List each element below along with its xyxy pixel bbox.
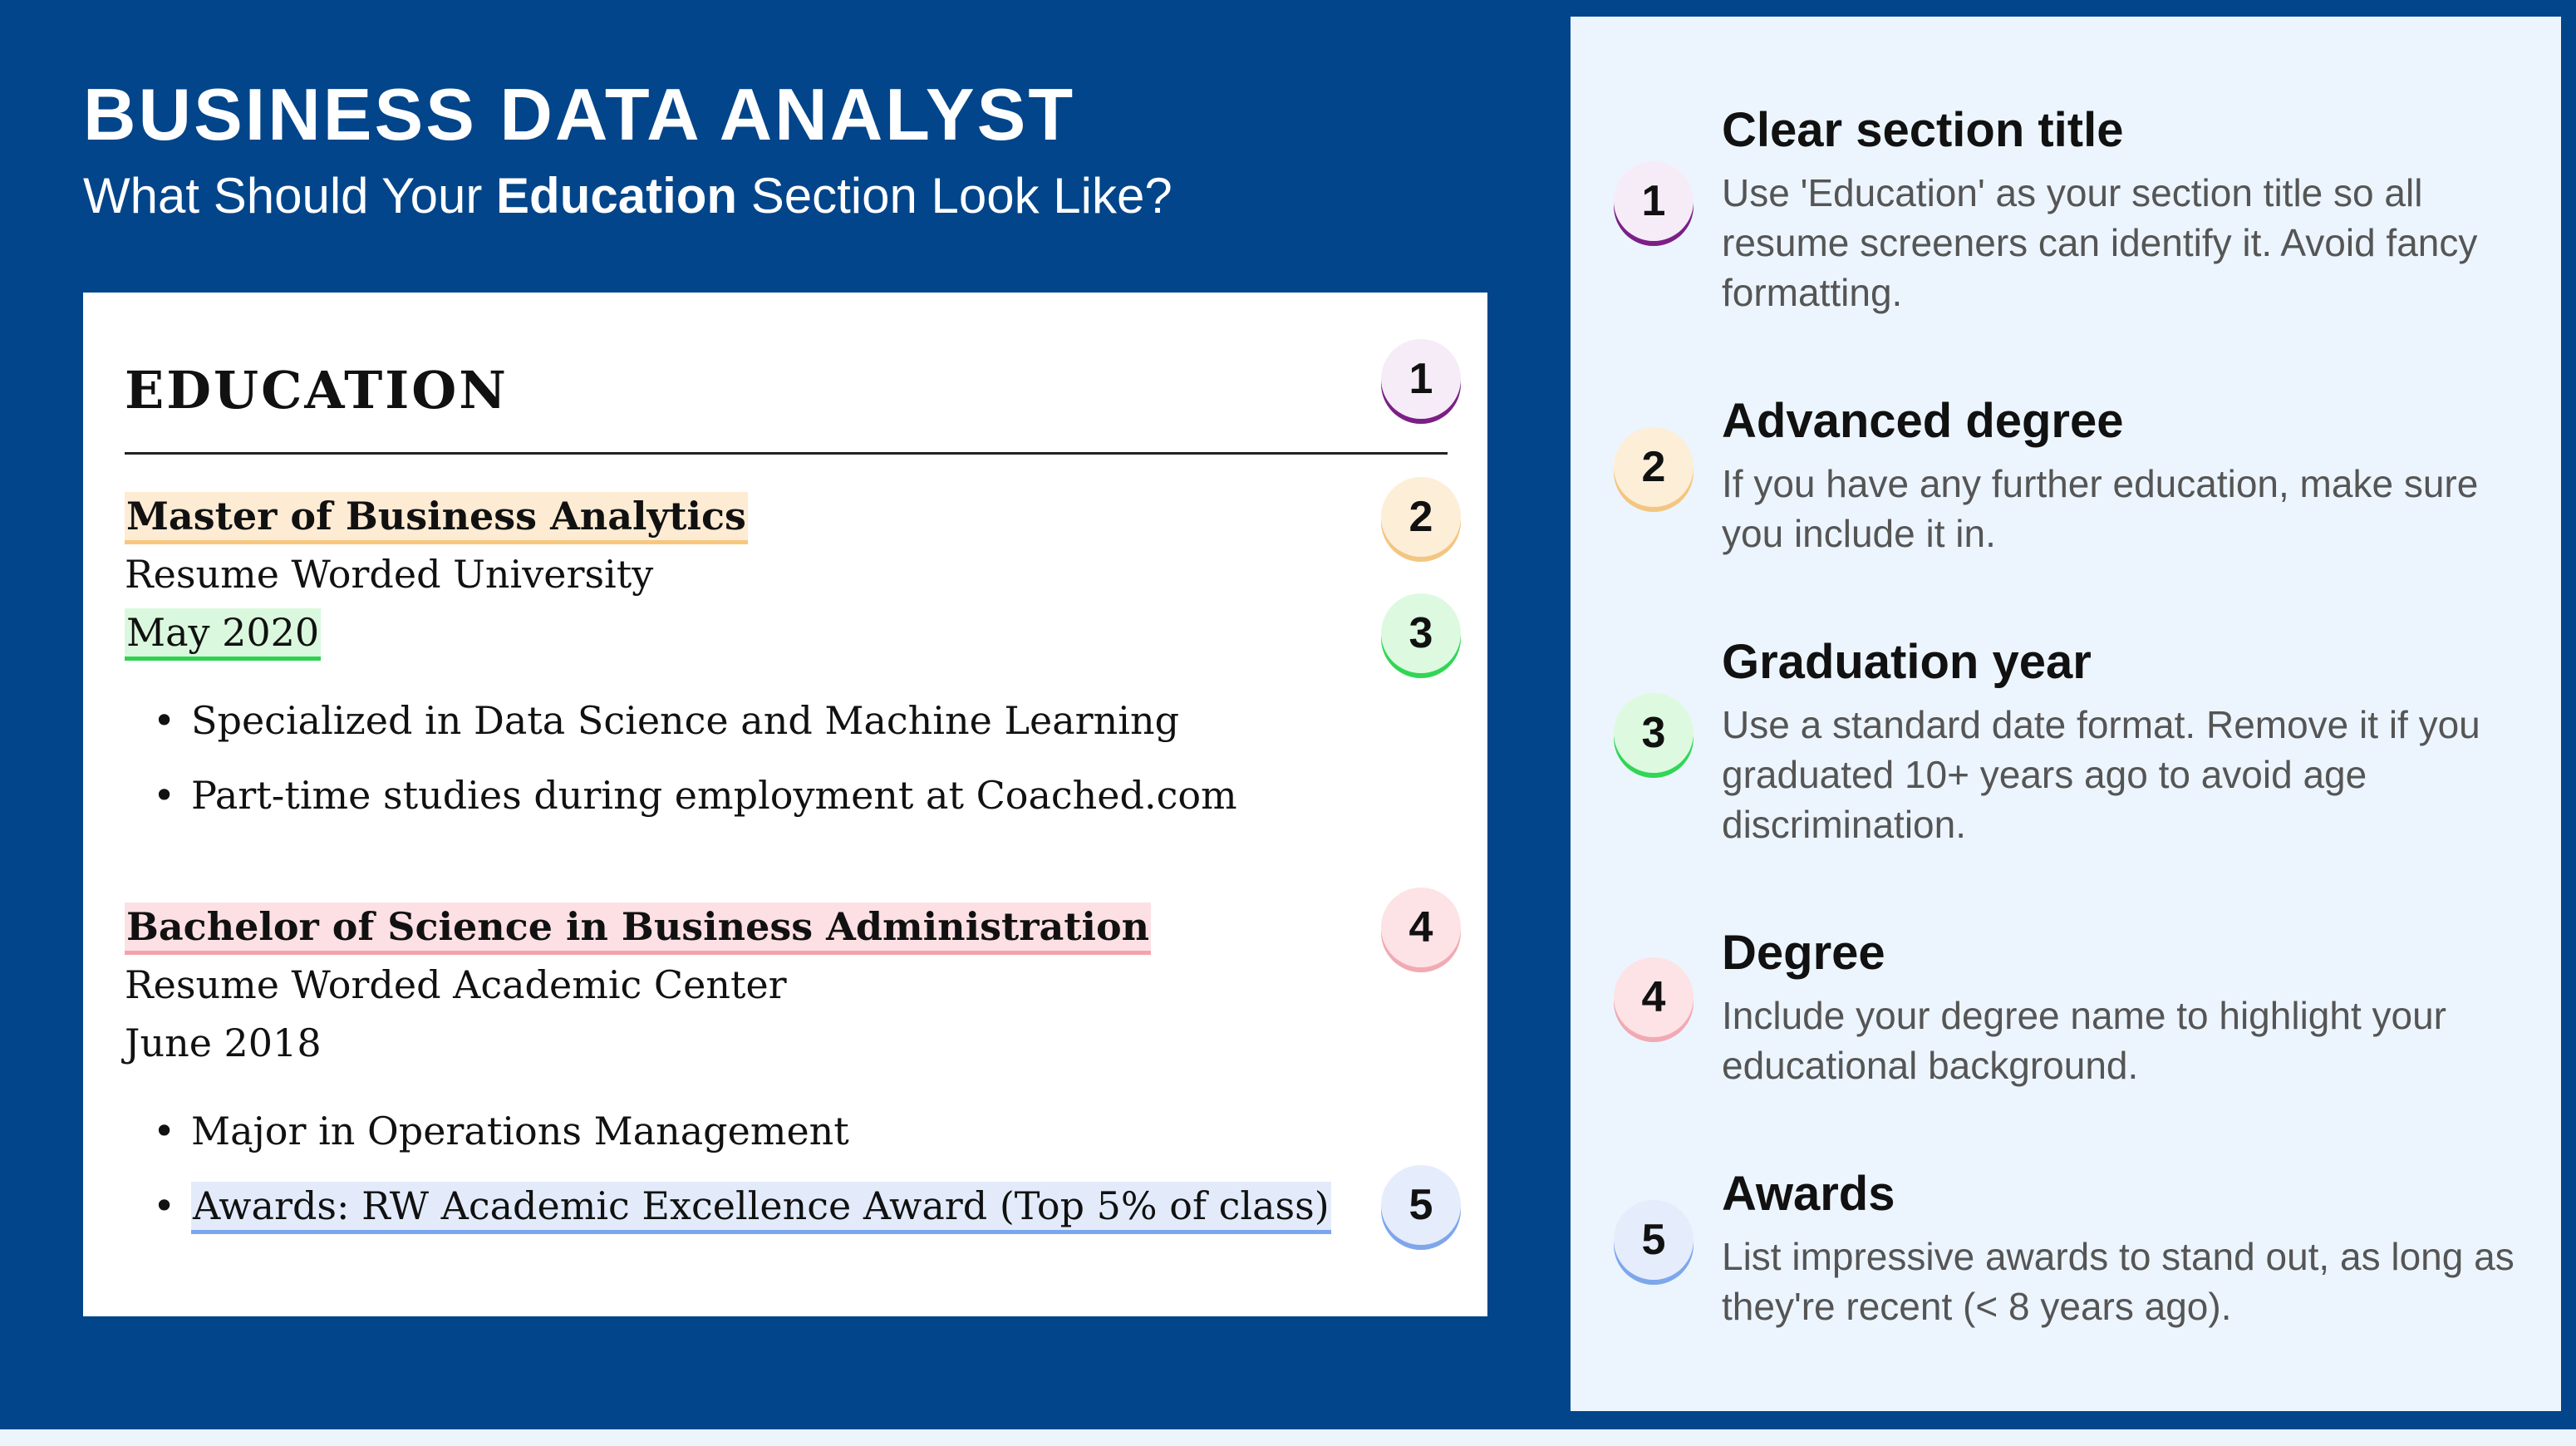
tip-4-number: 4 bbox=[1614, 957, 1694, 1037]
tip-5-description: List impressive awards to stand out, as … bbox=[1722, 1235, 2515, 1328]
marker-5: 5 bbox=[1381, 1165, 1461, 1245]
degree-1: Master of Business Analytics bbox=[125, 492, 748, 544]
marker-3: 3 bbox=[1381, 593, 1461, 673]
tip-1-description: Use 'Education' as your section title so… bbox=[1722, 171, 2478, 314]
list-item: • Awards: RW Academic Excellence Award (T… bbox=[125, 1182, 1331, 1257]
bullet-dot: • bbox=[153, 1183, 176, 1228]
bottom-border bbox=[1571, 1411, 2576, 1429]
degree-2-line: Bachelor of Science in Business Administ… bbox=[125, 903, 1152, 955]
bullet-dot: • bbox=[153, 698, 176, 743]
page-title: BUSINESS DATA ANALYST bbox=[83, 73, 1076, 155]
list-item: • Major in Operations Management bbox=[125, 1107, 1331, 1182]
tip-3-number: 3 bbox=[1614, 693, 1694, 773]
date-1-line: May 2020 bbox=[125, 608, 322, 661]
date-2: June 2018 bbox=[125, 1021, 322, 1065]
bullet-text-awards: Awards: RW Academic Excellence Award (To… bbox=[191, 1182, 1331, 1234]
marker-1: 1 bbox=[1381, 339, 1461, 419]
subtitle-suffix: Section Look Like? bbox=[737, 168, 1172, 224]
degree-1-line: Master of Business Analytics bbox=[125, 492, 748, 544]
bullet-dot: • bbox=[153, 1109, 176, 1153]
bullet-text: Specialized in Data Science and Machine … bbox=[191, 698, 1180, 743]
top-border bbox=[1571, 0, 2576, 17]
tip-2-description: If you have any further education, make … bbox=[1722, 462, 2479, 555]
bullet-text: Part-time studies during employment at C… bbox=[191, 773, 1237, 818]
tip-2-title: Advanced degree bbox=[1722, 394, 2124, 448]
list-item: • Specialized in Data Science and Machine… bbox=[125, 696, 1237, 771]
resume-education-sample: EDUCATION 1 Master of Business Analytics… bbox=[83, 293, 1487, 1316]
marker-2: 2 bbox=[1381, 477, 1461, 557]
tip-3-title: Graduation year bbox=[1722, 635, 2092, 689]
degree-2: Bachelor of Science in Business Administ… bbox=[125, 903, 1152, 955]
bullet-text: Major in Operations Management bbox=[191, 1109, 849, 1153]
bullet-dot: • bbox=[153, 773, 176, 818]
subtitle-prefix: What Should Your bbox=[83, 168, 497, 224]
tip-4-title: Degree bbox=[1722, 926, 1885, 980]
marker-4: 4 bbox=[1381, 888, 1461, 967]
subtitle-emphasis: Education bbox=[496, 168, 738, 224]
section-divider bbox=[125, 452, 1448, 455]
tip-2-number: 2 bbox=[1614, 427, 1694, 507]
tip-3-description: Use a standard date format. Remove it if… bbox=[1722, 703, 2480, 846]
tip-4-description: Include your degree name to highlight yo… bbox=[1722, 994, 2447, 1087]
education-heading: EDUCATION bbox=[125, 360, 509, 421]
tip-5-title: Awards bbox=[1722, 1167, 1895, 1221]
list-item: • Part-time studies during employment at … bbox=[125, 771, 1237, 846]
page-subtitle: What Should Your Education Section Look … bbox=[83, 163, 1172, 229]
school-1: Resume Worded University bbox=[125, 552, 654, 597]
date-1: May 2020 bbox=[125, 608, 322, 661]
tip-5-number: 5 bbox=[1614, 1200, 1694, 1280]
tip-1-title: Clear section title bbox=[1722, 103, 2124, 157]
school-2: Resume Worded Academic Center bbox=[125, 962, 787, 1007]
entry-1-bullets: • Specialized in Data Science and Machine… bbox=[125, 696, 1237, 846]
tip-1-number: 1 bbox=[1614, 161, 1694, 241]
right-border bbox=[2561, 0, 2576, 1429]
entry-2-bullets: • Major in Operations Management • Awards:… bbox=[125, 1107, 1331, 1257]
